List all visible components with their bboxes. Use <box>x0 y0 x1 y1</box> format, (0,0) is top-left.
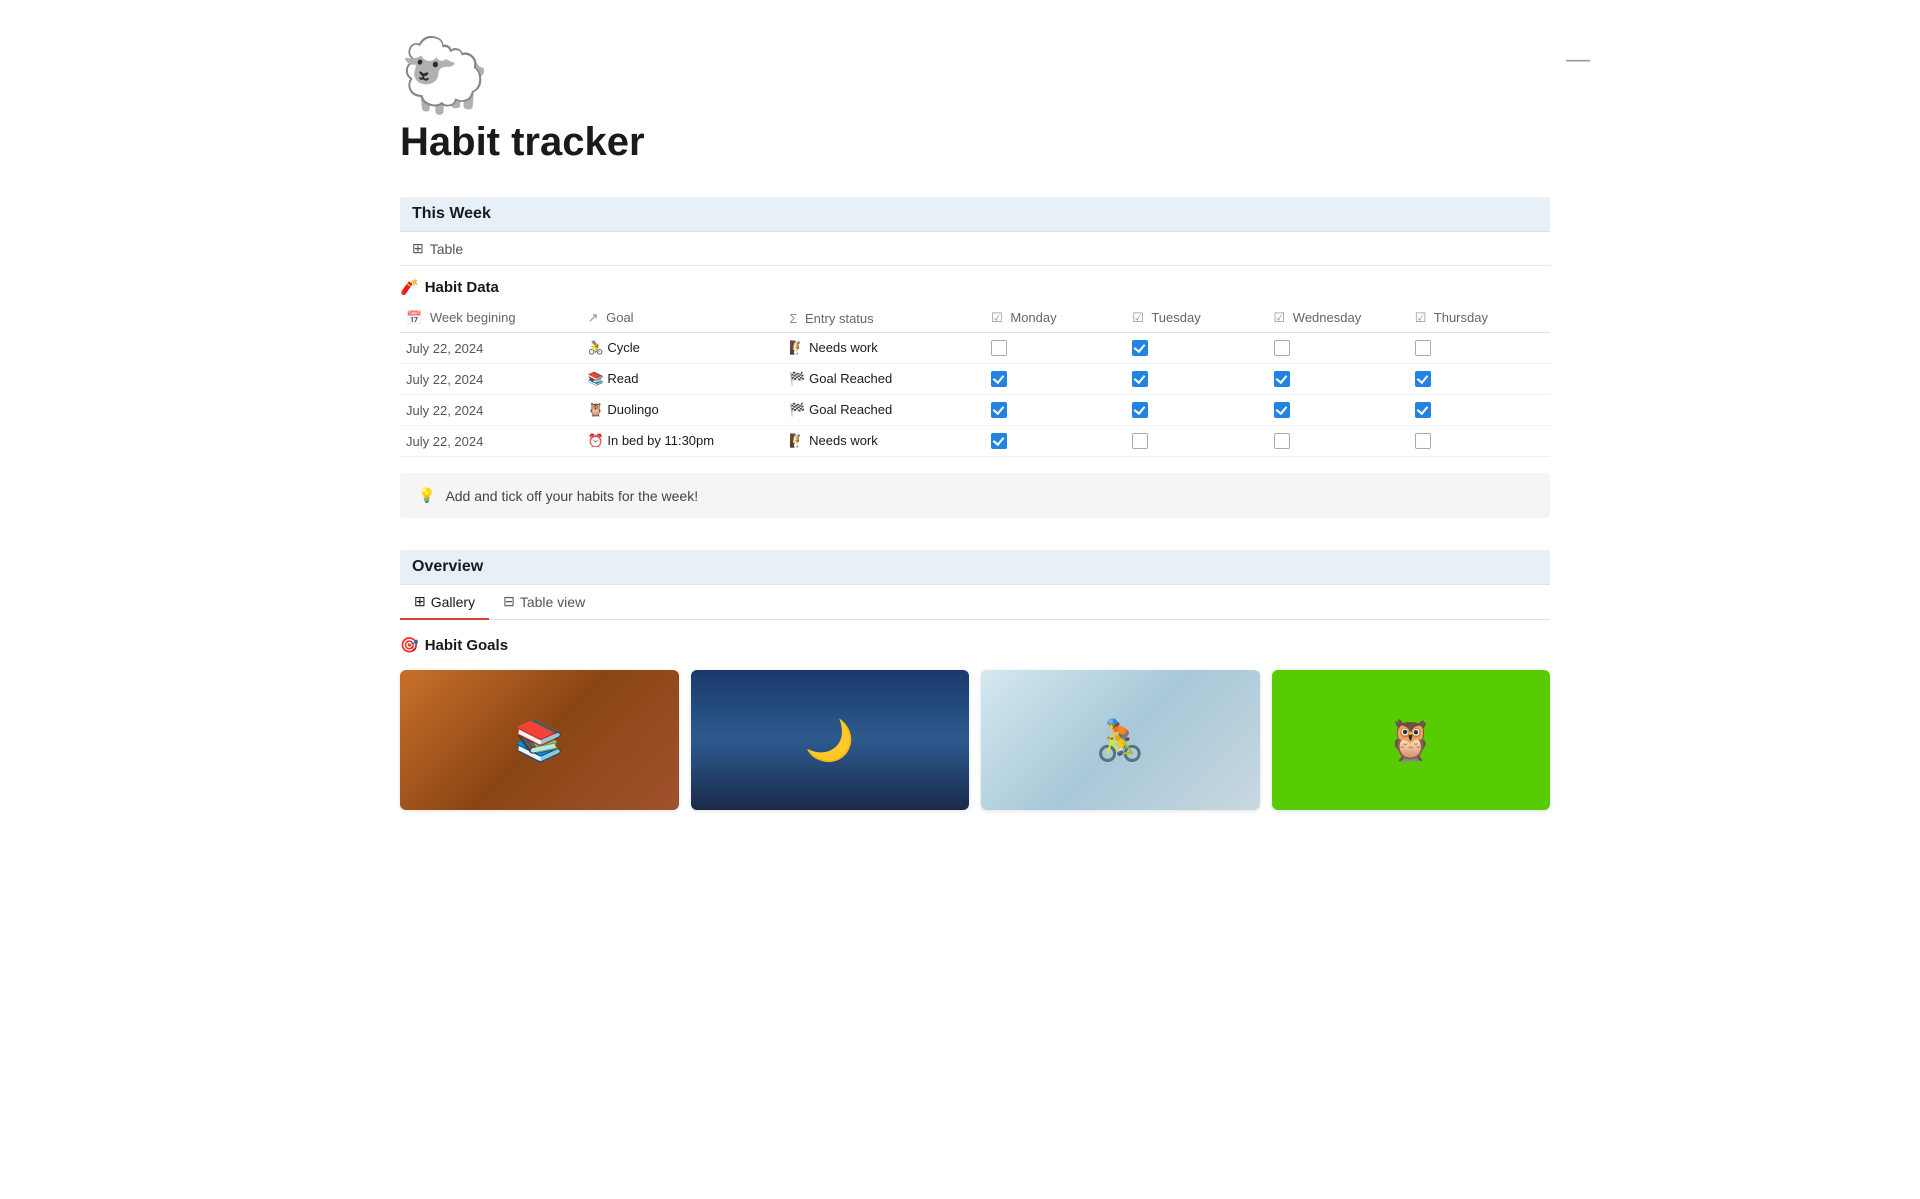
col-header-status: Σ Entry status <box>783 304 985 333</box>
tab-gallery[interactable]: ⊞ Gallery <box>400 585 489 620</box>
habit-data-icon: 🧨 <box>400 278 419 296</box>
checkbox-thursday-1[interactable] <box>1415 371 1431 387</box>
table-view-tab-label: Table view <box>520 594 585 610</box>
gallery-grid: 📚 🌙 🚴 🦉 <box>400 670 1550 810</box>
calendar-icon: 📅 <box>406 310 422 325</box>
checkbox-cell-wednesday[interactable] <box>1268 333 1409 364</box>
checkbox-cell-thursday[interactable] <box>1409 333 1550 364</box>
checkbox-cell-monday[interactable] <box>985 333 1126 364</box>
checkbox-tuesday-1[interactable] <box>1132 371 1148 387</box>
gallery-tab-icon: ⊞ <box>414 593 426 610</box>
checkbox-monday-3[interactable] <box>991 433 1007 449</box>
checkbox-tuesday-0[interactable] <box>1132 340 1148 356</box>
col-header-tuesday: ☑ Tuesday <box>1126 304 1267 333</box>
checkbox-thursday-3[interactable] <box>1415 433 1431 449</box>
habit-goals-icon: 🎯 <box>400 636 419 654</box>
habit-table: 📅 Week begining ↗ Goal Σ Entry status ☑ … <box>400 304 1550 457</box>
habit-data-title: Habit Data <box>425 279 499 296</box>
card-image-bike: 🚴 <box>981 670 1260 810</box>
checkbox-wednesday-2[interactable] <box>1274 402 1290 418</box>
check-icon-tue: ☑ <box>1132 310 1144 325</box>
date-cell: July 22, 2024 <box>400 333 582 364</box>
tip-icon: 💡 <box>418 487 435 504</box>
gallery-card-lamp[interactable]: 🌙 <box>691 670 970 810</box>
habit-data-header: 🧨 Habit Data <box>400 266 1550 304</box>
col-header-monday: ☑ Monday <box>985 304 1126 333</box>
checkbox-cell-thursday[interactable] <box>1409 395 1550 426</box>
table-view-label: Table <box>430 241 463 257</box>
check-icon-mon: ☑ <box>991 310 1003 325</box>
checkbox-cell-wednesday[interactable] <box>1268 395 1409 426</box>
card-image-duolingo: 🦉 <box>1272 670 1551 810</box>
checkbox-cell-monday[interactable] <box>985 426 1126 457</box>
table-row: July 22, 2024 🚴 Cycle 🧗 Needs work <box>400 333 1550 364</box>
gallery-card-duolingo[interactable]: 🦉 <box>1272 670 1551 810</box>
page-title: Habit tracker <box>400 120 1550 165</box>
table-row: July 22, 2024 🦉 Duolingo 🏁 Goal Reached <box>400 395 1550 426</box>
page-icon: 🐑 <box>400 40 1550 112</box>
checkbox-cell-wednesday[interactable] <box>1268 426 1409 457</box>
status-cell: 🧗 Needs work <box>783 426 985 457</box>
checkbox-wednesday-0[interactable] <box>1274 340 1290 356</box>
goal-cell: ⏰ In bed by 11:30pm <box>582 426 784 457</box>
gallery-card-cycle[interactable]: 🚴 <box>981 670 1260 810</box>
card-image-lamp: 🌙 <box>691 670 970 810</box>
goal-cell: 📚 Read <box>582 364 784 395</box>
habit-goals-header: 🎯 Habit Goals <box>400 632 1550 658</box>
checkbox-monday-0[interactable] <box>991 340 1007 356</box>
table-view-tab-icon: ⊟ <box>503 593 515 610</box>
table-row: July 22, 2024 ⏰ In bed by 11:30pm 🧗 Need… <box>400 426 1550 457</box>
arrow-icon: ↗ <box>588 310 599 325</box>
check-icon-wed: ☑ <box>1274 310 1286 325</box>
checkbox-thursday-2[interactable] <box>1415 402 1431 418</box>
overview-tabs: ⊞ Gallery ⊟ Table view <box>400 585 1550 620</box>
checkbox-cell-tuesday[interactable] <box>1126 333 1267 364</box>
checkbox-tuesday-2[interactable] <box>1132 402 1148 418</box>
habit-goals-title: Habit Goals <box>425 637 508 654</box>
checkbox-tuesday-3[interactable] <box>1132 433 1148 449</box>
checkbox-wednesday-3[interactable] <box>1274 433 1290 449</box>
gallery-card-read[interactable]: 📚 <box>400 670 679 810</box>
checkbox-cell-tuesday[interactable] <box>1126 364 1267 395</box>
goal-cell: 🚴 Cycle <box>582 333 784 364</box>
checkbox-wednesday-1[interactable] <box>1274 371 1290 387</box>
col-header-goal: ↗ Goal <box>582 304 784 333</box>
checkbox-cell-tuesday[interactable] <box>1126 426 1267 457</box>
card-image-books: 📚 <box>400 670 679 810</box>
checkbox-cell-thursday[interactable] <box>1409 426 1550 457</box>
checkbox-monday-2[interactable] <box>991 402 1007 418</box>
tab-table-view[interactable]: ⊟ Table view <box>489 585 599 620</box>
this-week-header: This Week <box>400 197 1550 231</box>
date-cell: July 22, 2024 <box>400 395 582 426</box>
status-cell: 🧗 Needs work <box>783 333 985 364</box>
gallery-tab-label: Gallery <box>431 594 475 610</box>
goal-cell: 🦉 Duolingo <box>582 395 784 426</box>
date-cell: July 22, 2024 <box>400 364 582 395</box>
check-icon-thu: ☑ <box>1415 310 1427 325</box>
tip-callout: 💡 Add and tick off your habits for the w… <box>400 473 1550 518</box>
checkbox-cell-monday[interactable] <box>985 395 1126 426</box>
col-header-wednesday: ☑ Wednesday <box>1268 304 1409 333</box>
checkbox-cell-tuesday[interactable] <box>1126 395 1267 426</box>
checkbox-thursday-0[interactable] <box>1415 340 1431 356</box>
checkbox-cell-thursday[interactable] <box>1409 364 1550 395</box>
date-cell: July 22, 2024 <box>400 426 582 457</box>
table-row: July 22, 2024 📚 Read 🏁 Goal Reached <box>400 364 1550 395</box>
tip-text: Add and tick off your habits for the wee… <box>445 488 698 504</box>
checkbox-cell-monday[interactable] <box>985 364 1126 395</box>
page-container: — 🐑 Habit tracker This Week ⊞ Table 🧨 Ha… <box>310 0 1610 850</box>
table-view-toggle[interactable]: ⊞ Table <box>400 232 1550 266</box>
checkbox-monday-1[interactable] <box>991 371 1007 387</box>
checkbox-cell-wednesday[interactable] <box>1268 364 1409 395</box>
col-header-week: 📅 Week begining <box>400 304 582 333</box>
sigma-icon: Σ <box>789 311 797 326</box>
status-cell: 🏁 Goal Reached <box>783 395 985 426</box>
overview-section: Overview ⊞ Gallery ⊟ Table view 🎯 Habit … <box>400 550 1550 810</box>
table-icon: ⊞ <box>412 240 424 257</box>
overview-header: Overview <box>400 550 1550 584</box>
status-cell: 🏁 Goal Reached <box>783 364 985 395</box>
col-header-thursday: ☑ Thursday <box>1409 304 1550 333</box>
minimize-button[interactable]: — <box>1566 48 1590 72</box>
